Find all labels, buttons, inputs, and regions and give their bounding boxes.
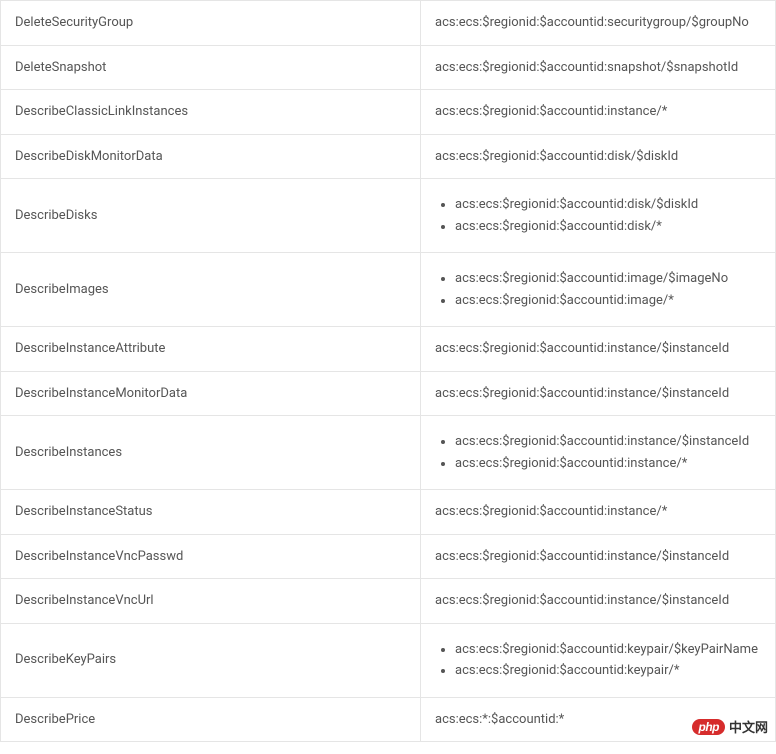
table-row: DescribeInstanceStatusacs:ecs:$regionid:…	[1, 490, 776, 535]
action-cell: DescribeImages	[1, 253, 421, 327]
table-row: DescribeInstanceVncPasswdacs:ecs:$region…	[1, 534, 776, 579]
action-cell: DescribePrice	[1, 697, 421, 742]
watermark-text: 中文网	[729, 717, 768, 736]
resource-item: acs:ecs:$regionid:$accountid:instance/*	[455, 454, 761, 474]
action-cell: DescribeClassicLinkInstances	[1, 90, 421, 135]
table-row: DescribePriceacs:ecs:*:$accountid:*	[1, 697, 776, 742]
resource-cell: acs:ecs:$regionid:$accountid:keypair/$ke…	[421, 623, 776, 697]
actions-table: DeleteSecurityGroupacs:ecs:$regionid:$ac…	[0, 0, 776, 742]
table-row: DescribeInstances acs:ecs:$regionid:$acco…	[1, 416, 776, 490]
resource-item: acs:ecs:$regionid:$accountid:keypair/$ke…	[455, 640, 761, 660]
resource-item: acs:ecs:$regionid:$accountid:disk/*	[455, 217, 761, 237]
resource-cell: acs:ecs:$regionid:$accountid:instance/*	[421, 490, 776, 535]
resource-item: acs:ecs:$regionid:$accountid:image/$imag…	[455, 269, 761, 289]
resource-list: acs:ecs:$regionid:$accountid:instance/$i…	[435, 432, 761, 473]
action-cell: DeleteSnapshot	[1, 45, 421, 90]
resource-item: acs:ecs:$regionid:$accountid:instance/$i…	[455, 432, 761, 452]
table-row: DeleteSnapshotacs:ecs:$regionid:$account…	[1, 45, 776, 90]
resource-cell: acs:ecs:$regionid:$accountid:image/$imag…	[421, 253, 776, 327]
action-cell: DescribeInstanceStatus	[1, 490, 421, 535]
action-cell: DescribeInstanceVncUrl	[1, 579, 421, 624]
resource-cell: acs:ecs:$regionid:$accountid:disk/$diskI…	[421, 179, 776, 253]
table-row: DescribeKeyPairs acs:ecs:$regionid:$accou…	[1, 623, 776, 697]
table-row: DescribeInstanceMonitorDataacs:ecs:$regi…	[1, 371, 776, 416]
resource-cell: acs:ecs:$regionid:$accountid:securitygro…	[421, 1, 776, 46]
resource-item: acs:ecs:$regionid:$accountid:disk/$diskI…	[455, 195, 761, 215]
action-cell: DescribeInstanceMonitorData	[1, 371, 421, 416]
action-cell: DescribeKeyPairs	[1, 623, 421, 697]
resource-list: acs:ecs:$regionid:$accountid:keypair/$ke…	[435, 640, 761, 681]
resource-item: acs:ecs:$regionid:$accountid:image/*	[455, 291, 761, 311]
action-cell: DescribeInstanceAttribute	[1, 327, 421, 372]
resource-list: acs:ecs:$regionid:$accountid:disk/$diskI…	[435, 195, 761, 236]
table-row: DescribeInstanceVncUrlacs:ecs:$regionid:…	[1, 579, 776, 624]
resource-cell: acs:ecs:$regionid:$accountid:instance/$i…	[421, 327, 776, 372]
table-row: DescribeClassicLinkInstancesacs:ecs:$reg…	[1, 90, 776, 135]
table-row: DescribeImages acs:ecs:$regionid:$account…	[1, 253, 776, 327]
table-row: DescribeDiskMonitorDataacs:ecs:$regionid…	[1, 134, 776, 179]
action-cell: DescribeDiskMonitorData	[1, 134, 421, 179]
table-row: DeleteSecurityGroupacs:ecs:$regionid:$ac…	[1, 1, 776, 46]
resource-cell: acs:ecs:$regionid:$accountid:instance/$i…	[421, 534, 776, 579]
resource-cell: acs:ecs:$regionid:$accountid:instance/*	[421, 90, 776, 135]
resource-cell: acs:ecs:$regionid:$accountid:instance/$i…	[421, 371, 776, 416]
resource-cell: acs:ecs:$regionid:$accountid:instance/$i…	[421, 579, 776, 624]
watermark-logo: php	[692, 719, 725, 735]
resource-cell: acs:ecs:$regionid:$accountid:snapshot/$s…	[421, 45, 776, 90]
action-cell: DescribeInstanceVncPasswd	[1, 534, 421, 579]
resource-list: acs:ecs:$regionid:$accountid:image/$imag…	[435, 269, 761, 310]
watermark: php 中文网	[692, 717, 768, 736]
table-row: DescribeInstanceAttributeacs:ecs:$region…	[1, 327, 776, 372]
resource-cell: acs:ecs:$regionid:$accountid:disk/$diskI…	[421, 134, 776, 179]
action-cell: DescribeInstances	[1, 416, 421, 490]
action-cell: DescribeDisks	[1, 179, 421, 253]
table-row: DescribeDisks acs:ecs:$regionid:$accounti…	[1, 179, 776, 253]
action-cell: DeleteSecurityGroup	[1, 1, 421, 46]
resource-cell: acs:ecs:$regionid:$accountid:instance/$i…	[421, 416, 776, 490]
resource-item: acs:ecs:$regionid:$accountid:keypair/*	[455, 661, 761, 681]
